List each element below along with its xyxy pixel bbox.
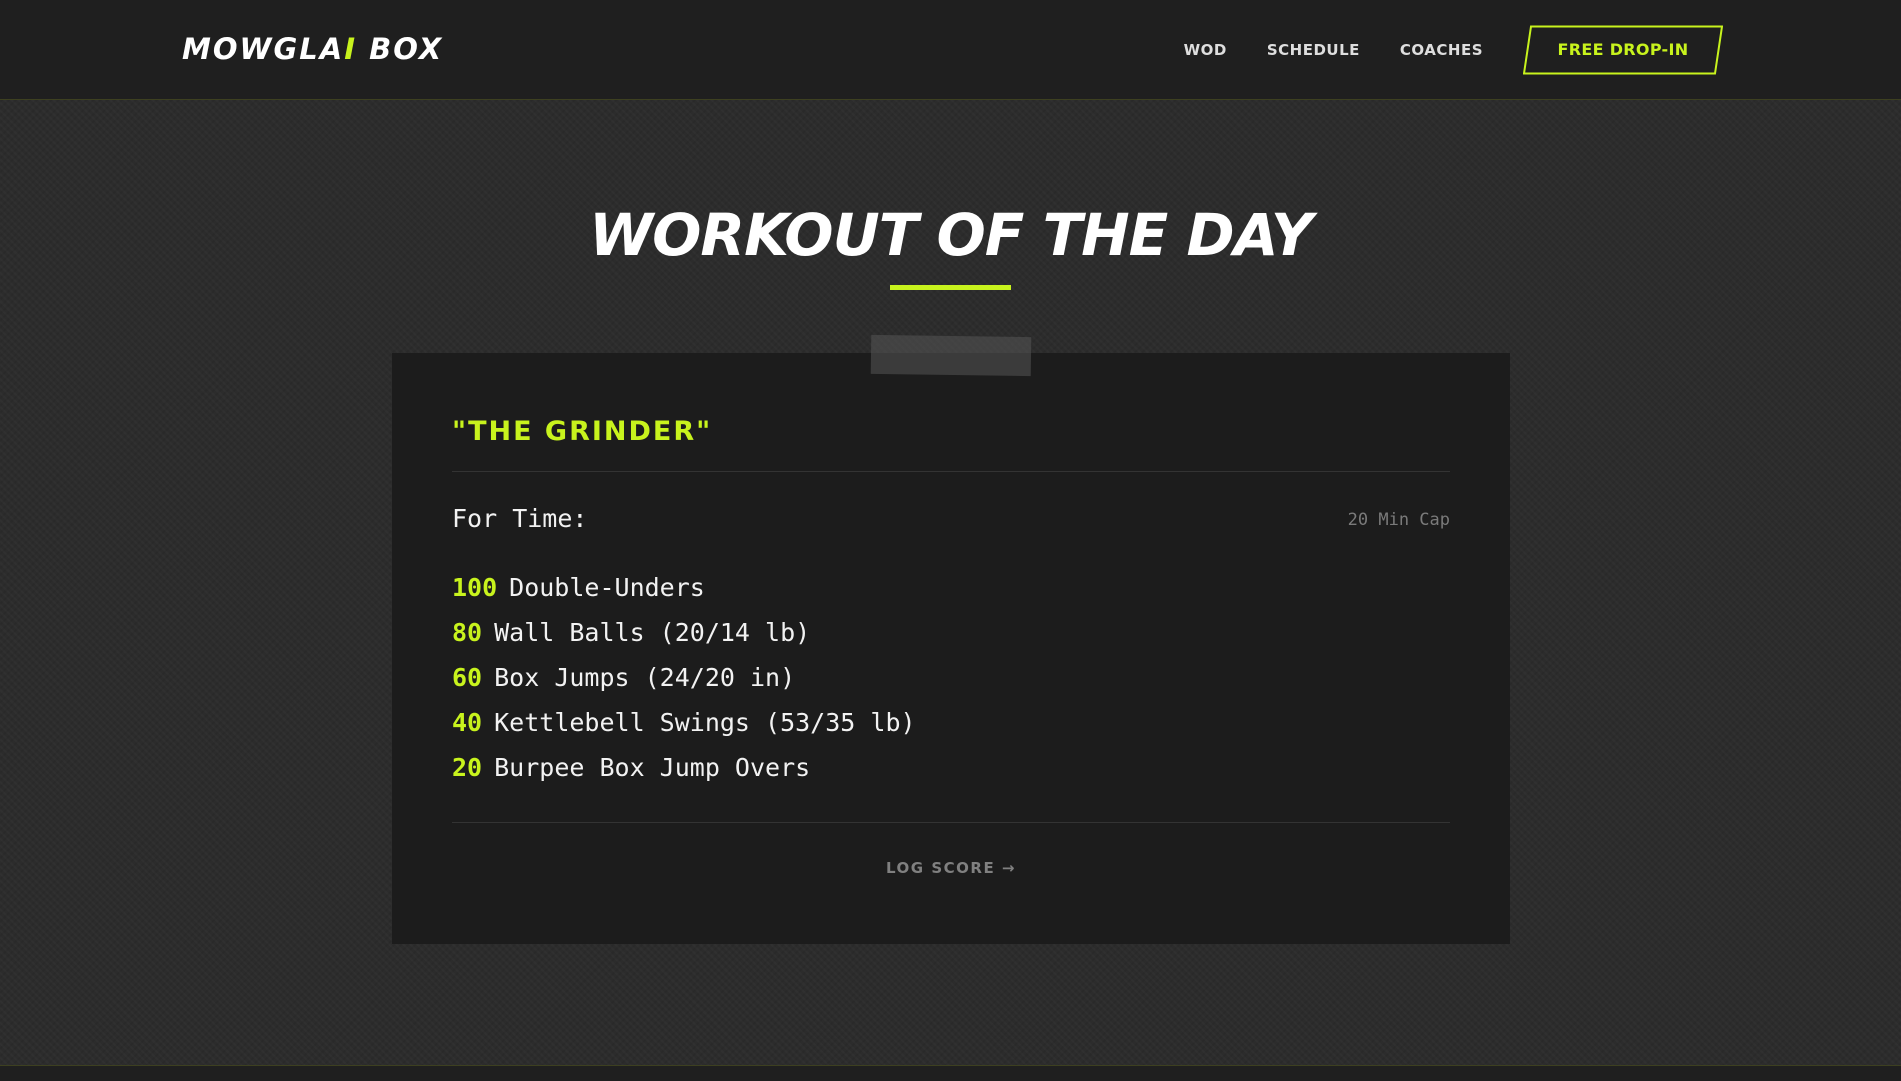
page-title: WORKOUT OF THE DAY: [589, 201, 1313, 269]
wod-name: "THE GRINDER": [452, 416, 713, 447]
nav-link-schedule[interactable]: SCHEDULE: [1267, 41, 1360, 59]
card-divider-top: [452, 471, 1450, 472]
movement-item: 60 Box Jumps (24/20 in): [452, 655, 916, 700]
free-drop-in-label: FREE DROP-IN: [1557, 39, 1689, 59]
footer-bar: [0, 1065, 1901, 1081]
movement-list: 100 Double-Unders 80 Wall Balls (20/14 lb)…: [452, 565, 916, 790]
movement-item: 100 Double-Unders: [452, 565, 916, 610]
movement-reps: 80: [452, 618, 483, 647]
card-divider-bottom: [452, 822, 1450, 823]
logo-accent: I: [344, 32, 358, 66]
movement-name: Double-Unders: [509, 573, 705, 602]
nav-link-coaches[interactable]: COACHES: [1400, 41, 1483, 59]
tape-decoration: [870, 334, 1032, 377]
logo-text-part1: MOWGLA: [182, 32, 345, 66]
title-underline: [890, 285, 1011, 290]
movement-name: Wall Balls (20/14 lb): [494, 618, 811, 647]
movement-name: Kettlebell Swings (53/35 lb): [494, 708, 916, 737]
movement-reps: 100: [452, 573, 498, 602]
logo[interactable]: MOWGLAI BOX: [182, 30, 443, 68]
logo-text-part2: BOX: [357, 32, 444, 66]
time-cap: 20 Min Cap: [1347, 510, 1450, 530]
free-drop-in-button[interactable]: FREE DROP-IN: [1523, 25, 1723, 75]
main-nav: WOD SCHEDULE COACHES FREE DROP-IN: [1184, 0, 1723, 99]
movement-reps: 60: [452, 663, 483, 692]
movement-item: 20 Burpee Box Jump Overs: [452, 745, 916, 790]
movement-name: Burpee Box Jump Overs: [494, 753, 811, 782]
movement-reps: 20: [452, 753, 483, 782]
wod-format: For Time:: [452, 504, 588, 533]
movement-reps: 40: [452, 708, 483, 737]
movement-item: 40 Kettlebell Swings (53/35 lb): [452, 700, 916, 745]
movement-name: Box Jumps (24/20 in): [494, 663, 796, 692]
movement-item: 80 Wall Balls (20/14 lb): [452, 610, 916, 655]
log-score-link[interactable]: LOG SCORE →: [392, 857, 1510, 879]
wod-card: "THE GRINDER" For Time: 20 Min Cap 100 Do…: [392, 353, 1510, 944]
site-header: MOWGLAI BOX WOD SCHEDULE COACHES FREE DR…: [0, 0, 1901, 100]
nav-link-wod[interactable]: WOD: [1184, 41, 1227, 59]
